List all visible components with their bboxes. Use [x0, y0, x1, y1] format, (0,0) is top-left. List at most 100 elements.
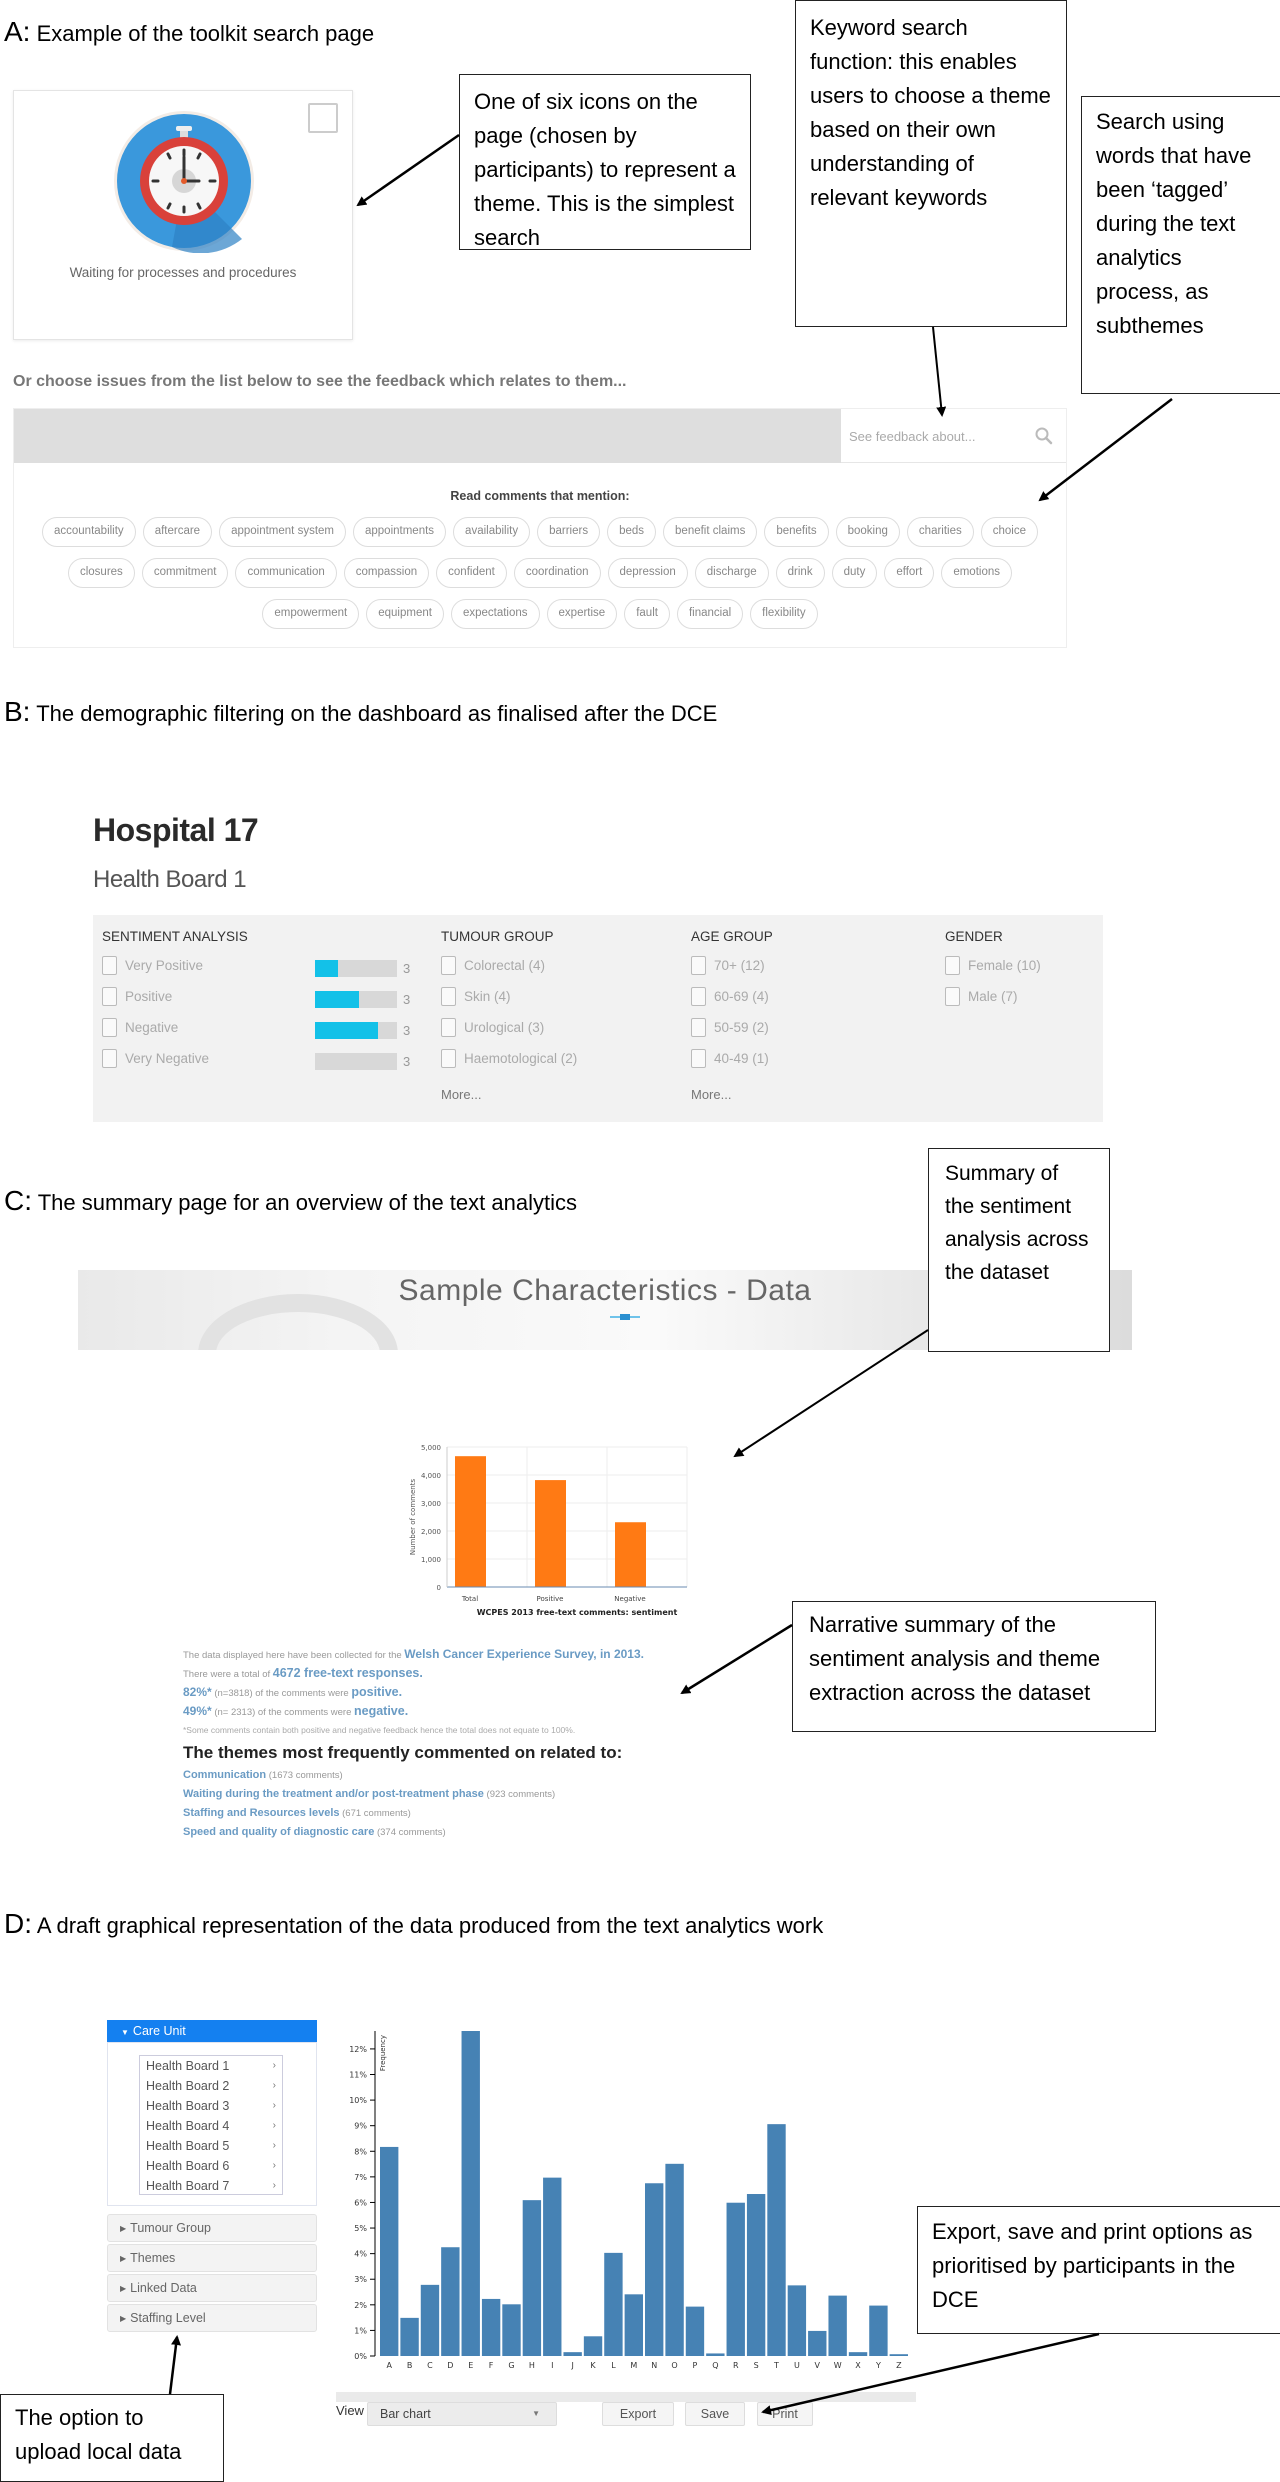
search-input[interactable] — [849, 421, 1029, 451]
filter-very-negative[interactable]: Very Negative — [102, 1049, 209, 1068]
checkbox[interactable] — [691, 987, 706, 1006]
tag-chip[interactable]: effort — [884, 558, 935, 588]
checkbox[interactable] — [691, 956, 706, 975]
callout-sentiment-summary: Summary of the sentiment analysis across… — [928, 1148, 1110, 1352]
tag-chip[interactable]: availability — [453, 517, 531, 547]
tag-chip[interactable]: equipment — [366, 599, 444, 629]
accordion-linked-data[interactable]: ▶ Linked Data — [107, 2274, 317, 2302]
filter-age[interactable]: 50-59 (2) — [691, 1018, 769, 1037]
filter-tumour[interactable]: Urological (3) — [441, 1018, 544, 1037]
tag-chip[interactable]: empowerment — [262, 599, 360, 629]
search-field[interactable] — [841, 409, 1066, 463]
tag-chip[interactable]: benefits — [764, 517, 829, 547]
tag-chip[interactable]: depression — [607, 558, 688, 588]
tumour-more-link[interactable]: More... — [441, 1087, 481, 1102]
theme-icon-card[interactable]: Waiting for processes and procedures — [13, 90, 353, 340]
health-board-item[interactable]: Health Board 7 › — [140, 2176, 282, 2196]
tag-chip[interactable]: duty — [831, 558, 878, 588]
tag-chip[interactable]: financial — [676, 599, 744, 629]
tag-chip[interactable]: discharge — [694, 558, 769, 588]
tag-chip[interactable]: barriers — [537, 517, 601, 547]
tag-chip[interactable]: accountability — [42, 517, 136, 547]
accordion-tumour-group[interactable]: ▶ Tumour Group — [107, 2214, 317, 2242]
search-icon[interactable] — [1034, 426, 1054, 446]
tag-chip[interactable]: appointment system — [219, 517, 346, 547]
checkbox[interactable] — [102, 1049, 117, 1068]
filter-age[interactable]: 70+ (12) — [691, 956, 765, 975]
age-more-link[interactable]: More... — [691, 1087, 731, 1102]
filter-age[interactable]: 60-69 (4) — [691, 987, 769, 1006]
tag-chip[interactable]: drink — [775, 558, 825, 588]
tag-chip[interactable]: appointments — [353, 517, 447, 547]
tag-chip[interactable]: booking — [835, 517, 900, 547]
checkbox[interactable] — [102, 1018, 117, 1037]
narrative-line: There were a total of 4672 free-text res… — [183, 1664, 703, 1683]
tag-chip[interactable]: closures — [67, 558, 135, 588]
bar — [665, 2163, 684, 2356]
checkbox[interactable] — [441, 1018, 456, 1037]
print-button[interactable]: Print — [757, 2402, 813, 2426]
accordion-themes[interactable]: ▶ Themes — [107, 2244, 317, 2272]
tag-chip[interactable]: compassion — [343, 558, 430, 588]
y-tick-label: 11% — [349, 2071, 367, 2080]
filter-very-positive[interactable]: Very Positive — [102, 956, 203, 975]
export-button[interactable]: Export — [602, 2402, 674, 2426]
tag-chip[interactable]: choice — [980, 517, 1038, 547]
theme-name[interactable]: Communication — [183, 1769, 266, 1781]
theme-name[interactable]: Speed and quality of diagnostic care — [183, 1826, 374, 1838]
filter-tumour[interactable]: Haemotological (2) — [441, 1049, 577, 1068]
health-board-item[interactable]: Health Board 1 › — [140, 2056, 282, 2076]
tag-chip[interactable]: emotions — [941, 558, 1012, 588]
theme-name[interactable]: Waiting during the treatment and/or post… — [183, 1788, 484, 1800]
x-tick-label: N — [651, 2361, 657, 2370]
care-unit-header[interactable]: ▼ Care Unit — [107, 2020, 317, 2042]
tag-chip[interactable]: beds — [607, 517, 657, 547]
tag-chip[interactable]: confident — [436, 558, 507, 588]
bar — [767, 2124, 786, 2356]
accordion-staffing-level[interactable]: ▶ Staffing Level — [107, 2304, 317, 2332]
tag-chip[interactable]: expertise — [546, 599, 618, 629]
filter-gender[interactable]: Female (10) — [945, 956, 1041, 975]
tag-chip[interactable]: expectations — [450, 599, 540, 629]
filter-age[interactable]: 40-49 (1) — [691, 1049, 769, 1068]
filter-tumour[interactable]: Colorectal (4) — [441, 956, 545, 975]
checkbox[interactable] — [102, 956, 117, 975]
checkbox[interactable] — [945, 987, 960, 1006]
health-board-item[interactable]: Health Board 5 › — [140, 2136, 282, 2156]
theme-select-checkbox[interactable] — [308, 103, 338, 133]
tag-chip[interactable]: coordination — [513, 558, 601, 588]
view-type-select[interactable]: Bar chart ▼ — [367, 2402, 557, 2426]
checkbox[interactable] — [102, 987, 117, 1006]
chevron-right-icon: › — [272, 2140, 276, 2151]
tag-chip[interactable]: benefit claims — [663, 517, 758, 547]
checkbox[interactable] — [441, 987, 456, 1006]
health-board-label: Health Board 6 — [146, 2159, 230, 2173]
section-caption: A draft graphical representation of the … — [36, 1913, 824, 1938]
health-board-item[interactable]: Health Board 4 › — [140, 2116, 282, 2136]
tag-chip[interactable]: fault — [624, 599, 670, 629]
health-board-item[interactable]: Health Board 3 › — [140, 2096, 282, 2116]
health-board-item[interactable]: Health Board 6 › — [140, 2156, 282, 2176]
x-tick-label: G — [508, 2361, 514, 2370]
checkbox[interactable] — [691, 1049, 706, 1068]
checkbox[interactable] — [691, 1018, 706, 1037]
horizontal-scrollbar[interactable] — [336, 2392, 916, 2402]
theme-name[interactable]: Staffing and Resources levels — [183, 1807, 340, 1819]
health-board-item[interactable]: Health Board 2 › — [140, 2076, 282, 2096]
checkbox[interactable] — [945, 956, 960, 975]
arrow — [932, 326, 947, 417]
filter-positive[interactable]: Positive — [102, 987, 172, 1006]
tag-chip[interactable]: aftercare — [142, 517, 213, 547]
tag-chip[interactable]: flexibility — [750, 599, 818, 629]
checkbox[interactable] — [441, 1049, 456, 1068]
filter-gender[interactable]: Male (7) — [945, 987, 1018, 1006]
tag-chip[interactable]: communication — [235, 558, 337, 588]
tag-chip[interactable]: charities — [906, 517, 974, 547]
section-letter: D: — [4, 1908, 32, 1939]
tag-chip[interactable]: commitment — [141, 558, 229, 588]
y-tick-label: 5,000 — [421, 1444, 441, 1452]
filter-tumour[interactable]: Skin (4) — [441, 987, 511, 1006]
filter-negative[interactable]: Negative — [102, 1018, 178, 1037]
save-button[interactable]: Save — [685, 2402, 745, 2426]
checkbox[interactable] — [441, 956, 456, 975]
